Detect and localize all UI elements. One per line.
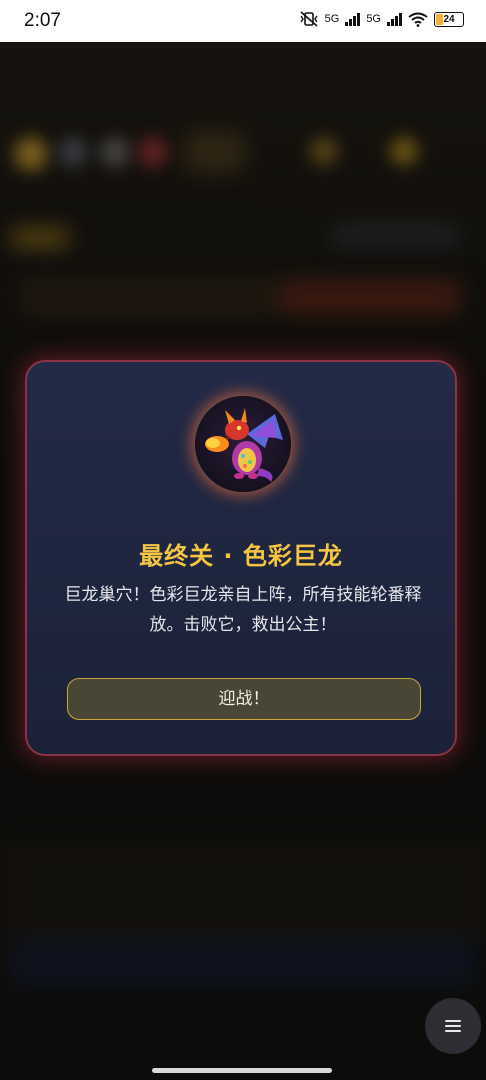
signal-icon-2 — [387, 12, 402, 26]
blurred-element — [14, 137, 48, 171]
status-time: 2:07 — [24, 10, 61, 31]
signal-icon-1 — [345, 12, 361, 26]
blurred-element — [185, 132, 245, 172]
status-icons: 5G 5G 24 — [299, 10, 464, 28]
home-indicator[interactable] — [152, 1068, 332, 1073]
hamburger-menu-icon — [445, 1020, 461, 1032]
menu-button[interactable] — [425, 998, 481, 1054]
vibrate-off-icon — [300, 11, 318, 27]
dragon-icon — [195, 396, 291, 492]
wifi-icon — [408, 12, 428, 27]
blurred-element — [10, 227, 70, 249]
blurred-element — [280, 282, 460, 312]
blurred-element — [10, 937, 476, 987]
boss-intro-dialog: 最终关 · 色彩巨龙 巨龙巢穴！色彩巨龙亲自上阵，所有技能轮番释放。击败它，救出… — [25, 360, 457, 756]
blurred-element — [138, 137, 168, 167]
blurred-element — [330, 222, 460, 250]
battery-level: 24 — [443, 13, 455, 25]
blurred-element — [390, 137, 418, 165]
blurred-element — [58, 137, 88, 167]
blurred-element — [310, 137, 338, 165]
status-bar: 2:07 5G 5G 24 — [0, 0, 486, 42]
dialog-title: 最终关 · 色彩巨龙 — [139, 542, 343, 570]
blurred-element — [100, 137, 130, 167]
dialog-description: 巨龙巢穴！色彩巨龙亲自上阵，所有技能轮番释放。击败它，救出公主！ — [64, 585, 422, 635]
blurred-element — [0, 842, 486, 942]
network-type-1: 5G — [324, 13, 340, 25]
battery-icon: 24 — [434, 11, 464, 27]
fight-button[interactable]: 迎战！ — [67, 678, 421, 720]
network-type-2: 5G — [366, 13, 381, 25]
